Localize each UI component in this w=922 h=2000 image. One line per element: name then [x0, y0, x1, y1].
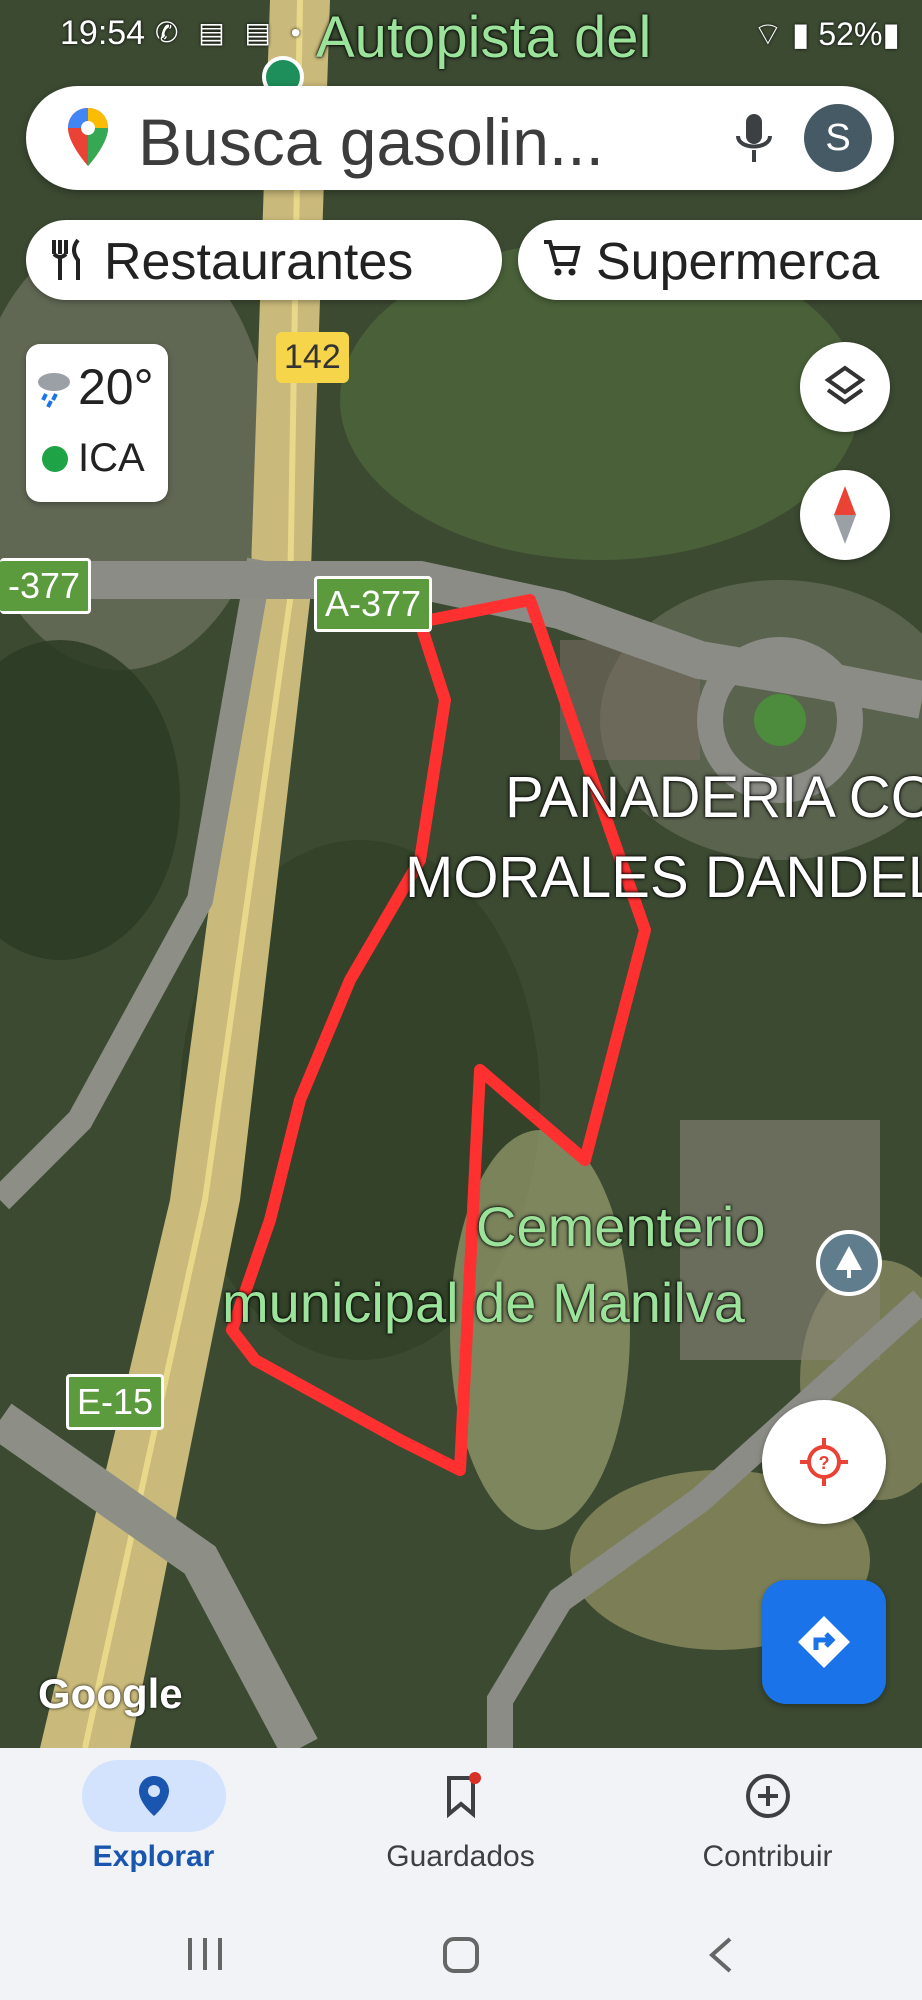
directions-button[interactable] [762, 1580, 886, 1704]
microphone-icon[interactable] [730, 110, 778, 173]
poi-label-bakery-line1[interactable]: PANADERIA CO [505, 764, 922, 831]
wifi-icon: ⌔ [752, 16, 783, 52]
road-shield-a377-left: -377 [0, 558, 92, 614]
directions-icon [796, 1614, 852, 1675]
tree-poi-icon[interactable] [816, 1230, 882, 1296]
layers-button[interactable] [800, 342, 890, 432]
road-label-autopista[interactable]: Autopista del [316, 4, 651, 71]
road-shield-a377: A-377 [314, 576, 433, 632]
home-icon[interactable] [442, 1936, 480, 1979]
battery-text: 52% [818, 16, 883, 52]
air-quality-dot [42, 446, 68, 472]
account-avatar[interactable]: S [804, 104, 872, 172]
chip-supermarkets[interactable]: Supermerca [518, 220, 922, 300]
notification-icons: ✆ ▤ ▤ • [155, 17, 307, 48]
my-location-button[interactable]: ? [762, 1400, 886, 1524]
signal-icon: ▮ [791, 16, 810, 52]
shopping-cart-icon [542, 238, 582, 283]
search-input[interactable]: Busca gasolin... [138, 104, 604, 180]
poi-label-bakery-line2[interactable]: MORALES DANDEL [405, 844, 922, 911]
nav-tab-saved[interactable]: Guardados [307, 1748, 614, 1908]
road-shield-142: 142 [276, 332, 349, 383]
status-time: 19:54 [60, 14, 146, 52]
weather-widget[interactable]: 20° ICA [26, 344, 168, 502]
battery-icon: ▮ [882, 16, 900, 52]
poi-label-cemetery-line1[interactable]: Cementerio [476, 1194, 765, 1259]
nav-label: Contribuir [702, 1840, 833, 1873]
chip-label: Restaurantes [104, 233, 414, 291]
system-navigation-bar [0, 1908, 922, 2000]
recents-icon[interactable] [186, 1936, 224, 1977]
location-target-icon: ? [798, 1436, 850, 1493]
bookmark-icon [437, 1772, 485, 1825]
fork-knife-icon [50, 238, 86, 287]
google-attribution: Google [38, 1670, 183, 1717]
air-quality-label: ICA [78, 436, 145, 480]
rain-cloud-icon [34, 368, 74, 413]
road-shield-e15: E-15 [66, 1374, 165, 1430]
chip-label: Supermerca [596, 233, 880, 291]
chip-restaurants[interactable]: Restaurantes [26, 220, 502, 300]
battery-level: ⌔ ▮ 52%▮ [753, 14, 900, 54]
back-icon[interactable] [706, 1936, 736, 1979]
weather-temperature: 20° [78, 359, 154, 415]
plus-circle-icon [744, 1772, 792, 1825]
nav-label: Guardados [386, 1840, 535, 1873]
bottom-navigation: Explorar Guardados Contribuir [0, 1748, 922, 1908]
poi-label-cemetery-line2[interactable]: municipal de Manilva [222, 1270, 745, 1335]
nav-tab-contribute[interactable]: Contribuir [614, 1748, 921, 1908]
google-maps-pin-icon [66, 106, 110, 173]
location-pin-icon [130, 1772, 178, 1825]
compass-button[interactable] [800, 470, 890, 560]
nav-label: Explorar [92, 1840, 215, 1873]
nav-tab-explore[interactable]: Explorar [0, 1748, 307, 1908]
svg-text:?: ? [819, 1453, 830, 1473]
compass-icon [830, 484, 860, 551]
layers-icon [824, 364, 866, 415]
search-bar[interactable]: Busca gasolin... S [26, 86, 894, 190]
